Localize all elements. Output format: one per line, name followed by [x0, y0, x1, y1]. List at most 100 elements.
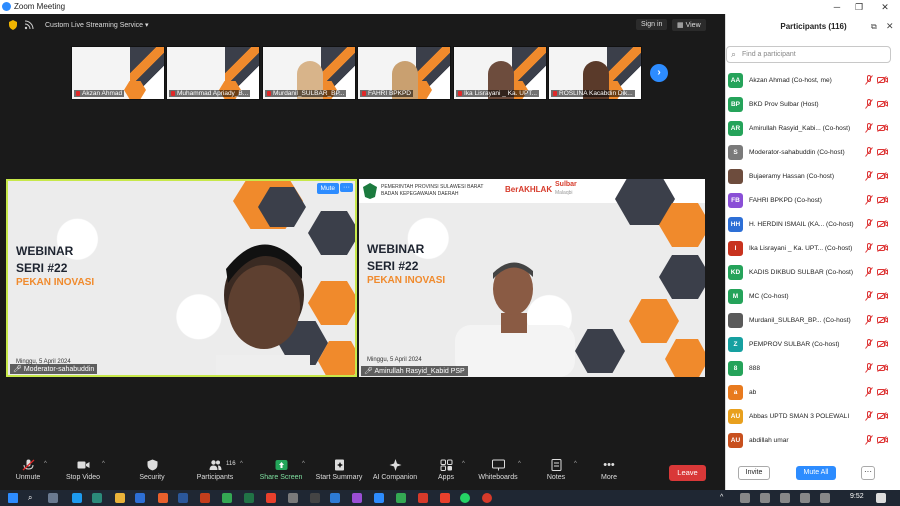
- app-icon[interactable]: [135, 493, 145, 503]
- security-button[interactable]: Security: [132, 459, 172, 481]
- mic-muted-icon[interactable]: [865, 387, 873, 397]
- mic-muted-icon[interactable]: [865, 147, 873, 157]
- search-icon[interactable]: ⌕: [28, 493, 38, 503]
- mic-muted-icon[interactable]: [865, 339, 873, 349]
- edge-icon[interactable]: [72, 493, 82, 503]
- participant-list-item[interactable]: 8 888: [726, 357, 896, 381]
- participant-list-item[interactable]: M MC (Co-host): [726, 285, 896, 309]
- next-page-button[interactable]: ›: [650, 64, 668, 82]
- video-off-icon[interactable]: [877, 364, 888, 372]
- windows-start-icon[interactable]: [8, 493, 18, 503]
- live-stream-icon[interactable]: [24, 20, 34, 30]
- mic-muted-icon[interactable]: [865, 75, 873, 85]
- tray-icon[interactable]: [780, 493, 790, 503]
- ai-companion-button[interactable]: AI Companion: [370, 459, 420, 481]
- tray-icon[interactable]: [760, 493, 770, 503]
- mute-all-button[interactable]: Mute All: [796, 466, 836, 480]
- mute-participant-button[interactable]: Mute: [316, 183, 339, 194]
- participant-list-item[interactable]: I Ika Lisrayani _ Ka. UPT... (Co-host): [726, 237, 896, 261]
- video-off-icon[interactable]: [877, 196, 888, 204]
- participant-thumbnail[interactable]: FAHRI BPKPD: [357, 46, 451, 100]
- video-off-icon[interactable]: [877, 340, 888, 348]
- mic-muted-icon[interactable]: [865, 267, 873, 277]
- excel-icon[interactable]: [244, 493, 254, 503]
- share-screen-button[interactable]: Share Screen ^: [258, 459, 305, 481]
- pop-out-icon[interactable]: ⧉: [871, 22, 877, 32]
- whiteboards-button[interactable]: Whiteboards ^: [476, 459, 521, 481]
- tray-icon[interactable]: [740, 493, 750, 503]
- participant-list-item[interactable]: a ab: [726, 381, 896, 405]
- app-icon[interactable]: [482, 493, 492, 503]
- mic-muted-icon[interactable]: [865, 219, 873, 229]
- zoom-taskbar-icon[interactable]: [374, 493, 384, 503]
- video-off-icon[interactable]: [877, 244, 888, 252]
- invite-button[interactable]: Invite: [738, 466, 770, 480]
- mic-muted-icon[interactable]: [865, 171, 873, 181]
- participant-list-item[interactable]: AU Abbas UPTD SMAN 3 POLEWALI: [726, 405, 896, 429]
- video-off-icon[interactable]: [877, 268, 888, 276]
- sign-in-button[interactable]: Sign in: [636, 19, 668, 30]
- participant-list-item[interactable]: Murdanil_SULBAR_BP... (Co-host): [726, 309, 896, 333]
- word-icon[interactable]: [178, 493, 188, 503]
- participant-thumbnail[interactable]: ROSLINA Kacabdin Dik...: [548, 46, 642, 100]
- chrome-icon[interactable]: [396, 493, 406, 503]
- panel-more-button[interactable]: ···: [861, 466, 875, 480]
- participant-thumbnail[interactable]: Muhammad Apriady_B...: [166, 46, 260, 100]
- participant-list-item[interactable]: HH H. HERDIN ISMAIL (KA... (Co-host): [726, 213, 896, 237]
- participant-thumbnail[interactable]: Murdanil_SULBAR_BP...: [262, 46, 356, 100]
- tile-more-button[interactable]: ···: [340, 183, 353, 192]
- chevron-up-icon[interactable]: ^: [462, 461, 465, 467]
- video-off-icon[interactable]: [877, 412, 888, 420]
- chevron-up-icon[interactable]: ^: [240, 461, 243, 467]
- firefox-icon[interactable]: [158, 493, 168, 503]
- video-off-icon[interactable]: [877, 100, 888, 108]
- whatsapp-icon[interactable]: [460, 493, 470, 503]
- mic-muted-icon[interactable]: [865, 99, 873, 109]
- video-off-icon[interactable]: [877, 220, 888, 228]
- mic-muted-icon[interactable]: [865, 243, 873, 253]
- video-off-icon[interactable]: [877, 172, 888, 180]
- view-button[interactable]: ▦ View: [672, 19, 706, 31]
- app-icon[interactable]: [352, 493, 362, 503]
- file-explorer-icon[interactable]: [115, 493, 125, 503]
- mic-muted-icon[interactable]: [865, 435, 873, 445]
- taskbar-clock[interactable]: 9:52: [850, 493, 864, 500]
- app-icon[interactable]: [310, 493, 320, 503]
- video-off-icon[interactable]: [877, 124, 888, 132]
- stop-video-button[interactable]: Stop Video ^: [60, 459, 106, 481]
- more-button[interactable]: ••• More: [592, 459, 626, 481]
- shield-icon[interactable]: [8, 20, 18, 30]
- participant-list-item[interactable]: AU abdillah umar: [726, 429, 896, 453]
- volume-icon[interactable]: [820, 493, 830, 503]
- participant-thumbnail[interactable]: Akzan Ahmad: [71, 46, 165, 100]
- participant-list-item[interactable]: AR Amirullah Rasyid_Kabi... (Co-host): [726, 117, 896, 141]
- mic-muted-icon[interactable]: [865, 315, 873, 325]
- chevron-up-icon[interactable]: ^: [102, 461, 105, 467]
- participant-thumbnail[interactable]: Ika Lisrayani _ Ka. UPT...: [453, 46, 547, 100]
- app-icon[interactable]: [288, 493, 298, 503]
- participant-search-input[interactable]: ⌕ Find a participant: [726, 46, 891, 63]
- tray-chevron-icon[interactable]: ^: [720, 493, 730, 503]
- app-icon[interactable]: [266, 493, 276, 503]
- start-summary-button[interactable]: Start Summary: [314, 459, 364, 481]
- participants-button[interactable]: Participants 116 ^: [190, 459, 243, 481]
- task-view-icon[interactable]: [48, 493, 58, 503]
- powerpoint-icon[interactable]: [200, 493, 210, 503]
- video-tile-moderator[interactable]: WEBINAR SERI #22 PEKAN INOVASI Minggu, 5 …: [6, 179, 357, 377]
- app-icon[interactable]: [92, 493, 102, 503]
- video-off-icon[interactable]: [877, 148, 888, 156]
- unmute-button[interactable]: Unmute ^: [8, 459, 48, 481]
- video-off-icon[interactable]: [877, 76, 888, 84]
- mic-muted-icon[interactable]: [865, 291, 873, 301]
- video-tile-speaker[interactable]: PEMERINTAH PROVINSI SULAWESI BARAT BADAN…: [359, 179, 705, 377]
- participant-list-item[interactable]: FB FAHRI BPKPD (Co-host): [726, 189, 896, 213]
- chevron-up-icon[interactable]: ^: [302, 461, 305, 467]
- chevron-up-icon[interactable]: ^: [44, 461, 47, 467]
- restore-icon[interactable]: ❐: [848, 0, 870, 14]
- leave-button[interactable]: Leave: [669, 465, 706, 481]
- video-off-icon[interactable]: [877, 436, 888, 444]
- participant-list-item[interactable]: Bujaeramy Hassan (Co-host): [726, 165, 896, 189]
- video-off-icon[interactable]: [877, 316, 888, 324]
- app-icon[interactable]: [440, 493, 450, 503]
- vscode-icon[interactable]: [330, 493, 340, 503]
